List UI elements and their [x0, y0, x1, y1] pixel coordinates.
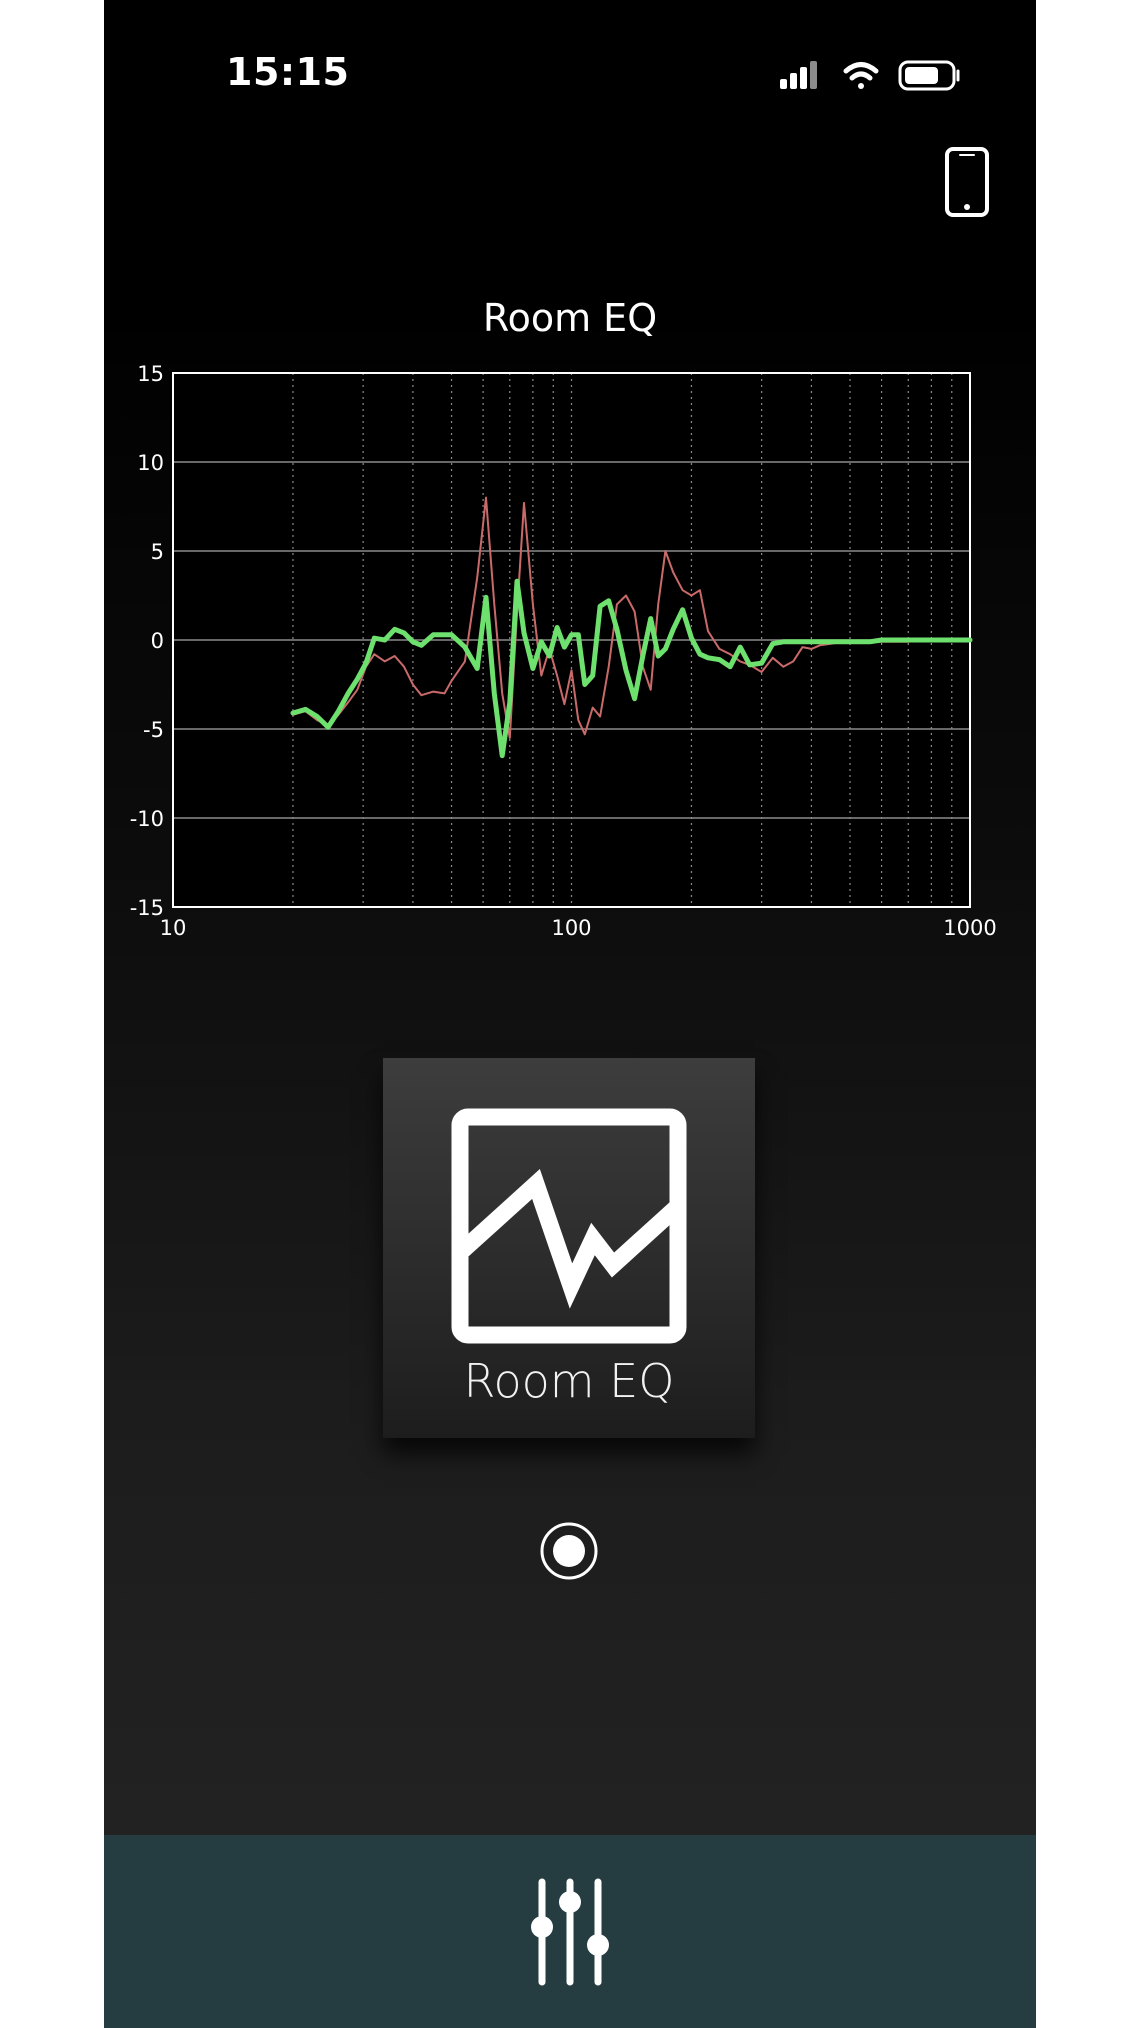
battery-icon — [898, 60, 960, 91]
y-tick-label: 15 — [137, 362, 164, 386]
room-eq-tile[interactable]: Room EQ — [383, 1058, 755, 1438]
y-tick-label: 10 — [137, 451, 164, 475]
y-tick-label: 5 — [151, 540, 164, 564]
page-indicator-dot[interactable] — [538, 1520, 600, 1582]
room-eq-chart: 151050-5-10-1510 100 1000 — [130, 362, 997, 940]
cellular-signal-icon — [780, 61, 817, 89]
x-tick-label: 1000 — [943, 916, 996, 940]
x-tick-label: 10 — [160, 916, 187, 940]
smartphone-icon[interactable] — [944, 146, 990, 218]
y-tick-label: -10 — [130, 807, 164, 831]
status-time: 15:15 — [226, 50, 350, 94]
y-tick-label: -5 — [143, 718, 164, 742]
y-tick-label: 0 — [151, 629, 164, 653]
app-screen: 15:15 Room EQ 15 10 5 0 -5 -10 -15 10 10… — [104, 0, 1036, 2028]
wifi-icon — [843, 62, 879, 89]
mixer-sliders-icon[interactable] — [524, 1877, 616, 1987]
room-eq-icon — [451, 1108, 687, 1344]
bottom-bar — [104, 1835, 1036, 2028]
status-icons — [780, 60, 960, 91]
x-tick-label: 100 — [551, 916, 591, 940]
room-eq-label: Room EQ — [463, 1354, 675, 1408]
status-bar: 15:15 — [104, 0, 1036, 120]
chart-title: Room EQ — [482, 296, 658, 340]
